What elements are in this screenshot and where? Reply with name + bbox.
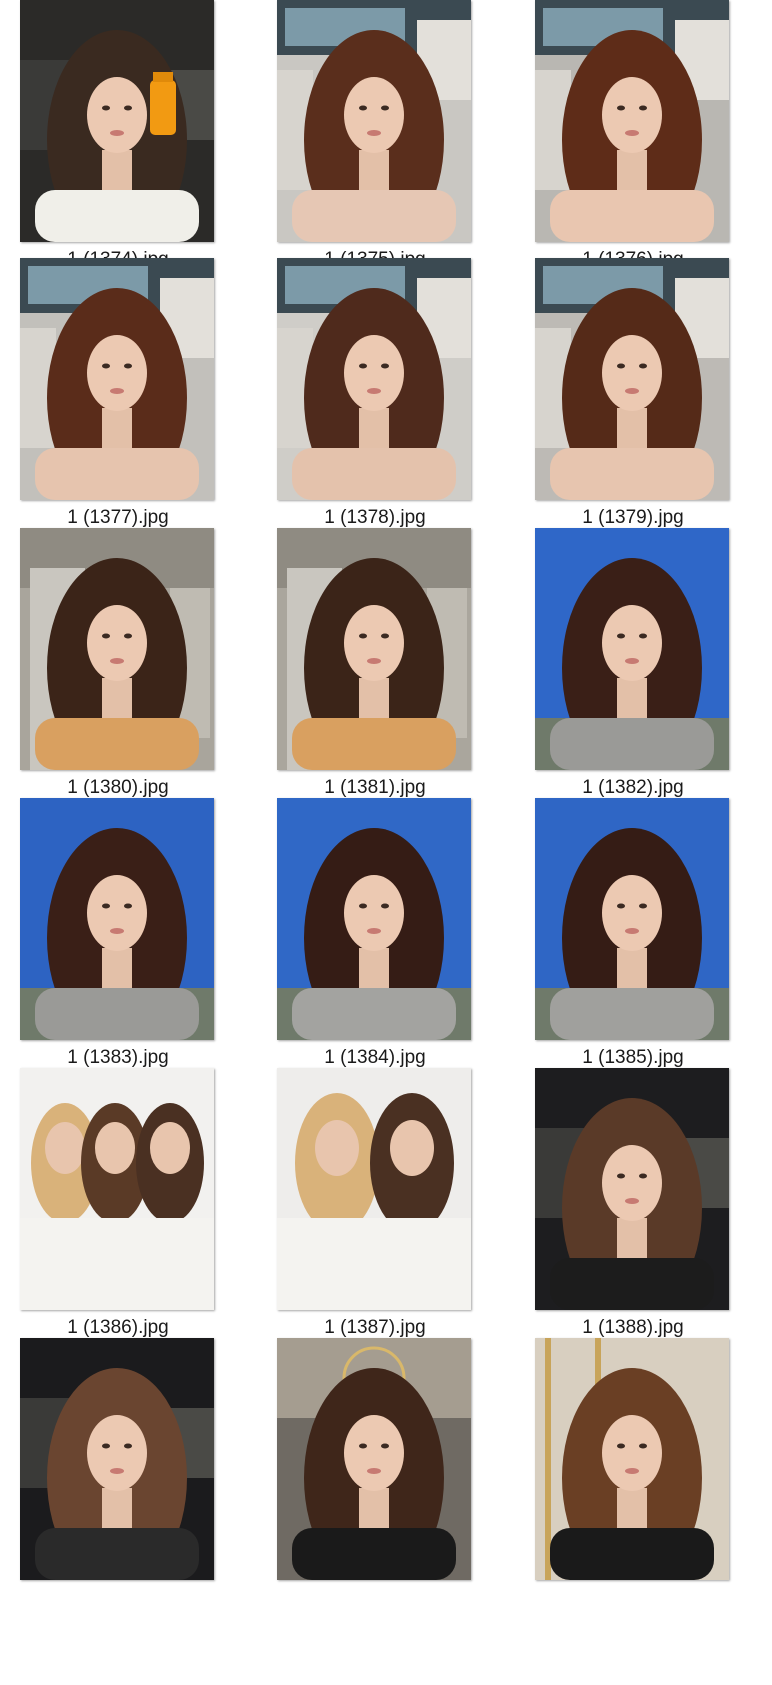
thumbnail-image[interactable] — [277, 1068, 471, 1310]
thumbnail-image[interactable] — [20, 1068, 214, 1310]
file-item[interactable]: 1 (1385).jpg — [515, 798, 743, 1088]
thumbnail-image[interactable] — [20, 798, 214, 1040]
photo-preview — [277, 528, 471, 770]
file-item[interactable]: 1 (1384).jpg — [257, 798, 485, 1088]
file-item[interactable]: 1 (1383).jpg — [0, 798, 228, 1088]
file-item[interactable]: 1 (1378).jpg — [257, 258, 485, 548]
photo-preview — [20, 1068, 214, 1310]
thumbnail-image[interactable] — [277, 798, 471, 1040]
photo-preview — [20, 1338, 214, 1580]
thumbnail-image[interactable] — [20, 0, 214, 242]
file-name-label[interactable]: 1 (1383).jpg — [0, 1046, 236, 1070]
file-item[interactable] — [257, 1338, 485, 1628]
photo-preview — [535, 1338, 729, 1580]
thumbnail-image[interactable] — [535, 798, 729, 1040]
file-item[interactable]: 1 (1374).jpg — [0, 0, 228, 290]
file-item[interactable]: 1 (1375).jpg — [257, 0, 485, 290]
file-name-label[interactable]: 1 (1387).jpg — [257, 1316, 493, 1340]
photo-preview — [277, 258, 471, 500]
file-name-label[interactable]: 1 (1377).jpg — [0, 506, 236, 530]
file-item[interactable]: 1 (1381).jpg — [257, 528, 485, 818]
file-thumbnail-grid: 1 (1374).jpg1 (1375).jpg1 (1376).jpg1 (1… — [0, 0, 772, 1685]
file-name-label[interactable]: 1 (1388).jpg — [515, 1316, 751, 1340]
thumbnail-image[interactable] — [20, 258, 214, 500]
thumbnail-image[interactable] — [535, 0, 729, 242]
file-name-label[interactable]: 1 (1384).jpg — [257, 1046, 493, 1070]
file-item[interactable] — [515, 1338, 743, 1628]
thumbnail-image[interactable] — [535, 1068, 729, 1310]
photo-preview — [20, 798, 214, 1040]
file-item[interactable] — [0, 1338, 228, 1628]
thumbnail-image[interactable] — [20, 1338, 214, 1580]
file-name-label[interactable]: 1 (1386).jpg — [0, 1316, 236, 1340]
photo-preview — [20, 528, 214, 770]
thumbnail-image[interactable] — [535, 258, 729, 500]
photo-preview — [277, 1338, 471, 1580]
file-item[interactable]: 1 (1387).jpg — [257, 1068, 485, 1358]
file-name-label[interactable]: 1 (1380).jpg — [0, 776, 236, 800]
file-name-label[interactable]: 1 (1385).jpg — [515, 1046, 751, 1070]
thumbnail-image[interactable] — [277, 258, 471, 500]
photo-preview — [277, 798, 471, 1040]
thumbnail-image[interactable] — [20, 528, 214, 770]
file-name-label[interactable]: 1 (1381).jpg — [257, 776, 493, 800]
file-name-label[interactable]: 1 (1382).jpg — [515, 776, 751, 800]
photo-preview — [277, 0, 471, 242]
file-item[interactable]: 1 (1379).jpg — [515, 258, 743, 548]
photo-preview — [277, 1068, 471, 1310]
file-item[interactable]: 1 (1388).jpg — [515, 1068, 743, 1358]
thumbnail-image[interactable] — [277, 0, 471, 242]
file-item[interactable]: 1 (1376).jpg — [515, 0, 743, 290]
file-item[interactable]: 1 (1380).jpg — [0, 528, 228, 818]
photo-preview — [535, 798, 729, 1040]
file-item[interactable]: 1 (1377).jpg — [0, 258, 228, 548]
thumbnail-image[interactable] — [277, 1338, 471, 1580]
photo-preview — [20, 0, 214, 242]
photo-preview — [535, 0, 729, 242]
file-item[interactable]: 1 (1382).jpg — [515, 528, 743, 818]
photo-preview — [535, 528, 729, 770]
photo-preview — [535, 1068, 729, 1310]
thumbnail-image[interactable] — [535, 1338, 729, 1580]
photo-preview — [535, 258, 729, 500]
file-name-label[interactable]: 1 (1379).jpg — [515, 506, 751, 530]
file-name-label[interactable]: 1 (1378).jpg — [257, 506, 493, 530]
photo-preview — [20, 258, 214, 500]
thumbnail-image[interactable] — [535, 528, 729, 770]
file-item[interactable]: 1 (1386).jpg — [0, 1068, 228, 1358]
thumbnail-image[interactable] — [277, 528, 471, 770]
